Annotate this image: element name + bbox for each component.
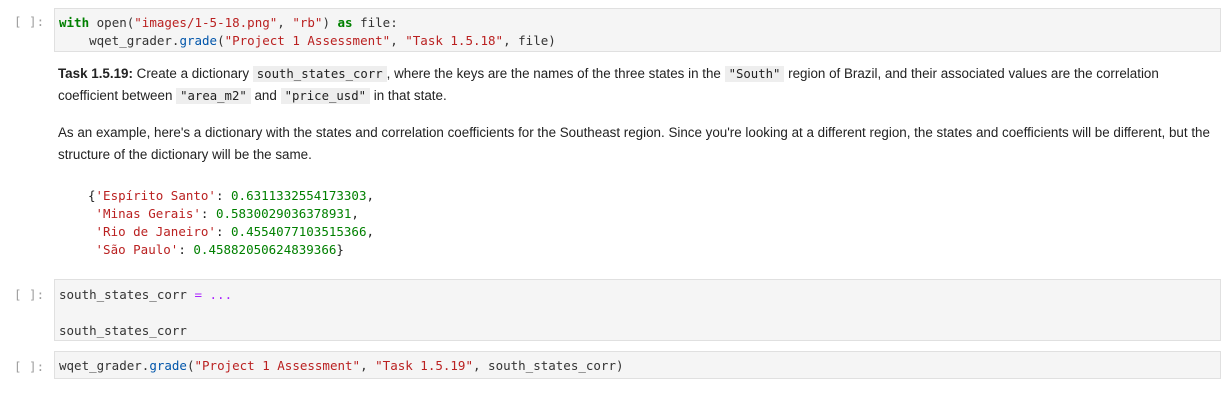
inline-code-price: "price_usd"	[280, 88, 370, 104]
text: , where the keys are the names of the th…	[386, 66, 725, 81]
grader-object: wqet_grader	[59, 358, 142, 373]
inline-code-region: "South"	[724, 66, 785, 82]
text: and	[250, 88, 281, 103]
dict-value: 0.45882050624839366	[193, 242, 337, 257]
code-cell-2[interactable]: south_states_corr = ... south_states_cor…	[54, 279, 1221, 341]
text: Create a dictionary	[132, 66, 253, 81]
dict-key: 'Rio de Janeiro'	[95, 224, 216, 239]
text: in that state.	[370, 88, 447, 103]
example-paragraph: As an example, here's a dictionary with …	[58, 125, 1210, 162]
var-output: south_states_corr	[59, 323, 187, 338]
dict-key: 'Espírito Santo'	[95, 188, 216, 203]
path-string: "images/1-5-18.png"	[134, 15, 278, 30]
cell-prompt: [ ]:	[14, 287, 45, 302]
assign-operator: =	[194, 287, 202, 302]
file-arg: file	[518, 33, 549, 48]
corr-arg: south_states_corr	[488, 358, 616, 373]
code-cell-3[interactable]: wqet_grader.grade("Project 1 Assessment"…	[54, 351, 1221, 379]
task-string: "Task 1.5.19"	[375, 358, 473, 373]
markdown-example-intro: As an example, here's a dictionary with …	[58, 122, 1218, 166]
dict-value: 0.5830029036378931	[215, 206, 352, 221]
dict-value: 0.6311332554173303	[231, 188, 367, 203]
task-paragraph: Task 1.5.19: Create a dictionary south_s…	[58, 63, 1218, 107]
code-cell-1[interactable]: with open("images/1-5-18.png", "rb") as …	[54, 8, 1221, 52]
markdown-task-description: Task 1.5.19: Create a dictionary south_s…	[58, 63, 1218, 107]
task-string: "Task 1.5.18"	[405, 33, 504, 48]
keyword-as: as	[337, 15, 353, 30]
dict-key: 'São Paulo'	[95, 242, 179, 257]
var-south-states-corr: south_states_corr	[59, 287, 187, 302]
cell-prompt: [ ]:	[14, 359, 45, 374]
cell-prompt: [ ]:	[14, 14, 45, 29]
mode-string: "rb"	[292, 15, 323, 30]
grader-object: wqet_grader	[89, 33, 172, 48]
inline-code-var: south_states_corr	[252, 66, 387, 82]
grade-function: grade	[149, 358, 187, 373]
example-dictionary: {'Espírito Santo': 0.6311332554173303, '…	[88, 188, 375, 257]
task-label: Task 1.5.19:	[58, 66, 133, 81]
dict-value: 0.4554077103515366	[231, 224, 367, 239]
fn-open: open	[96, 15, 127, 30]
grade-function: grade	[179, 33, 218, 48]
dict-key: 'Minas Gerais'	[95, 206, 201, 221]
keyword-with: with	[59, 15, 90, 30]
inline-code-area: "area_m2"	[176, 88, 251, 104]
var-file: file:	[360, 15, 398, 30]
assessment-string: "Project 1 Assessment"	[224, 33, 391, 48]
assessment-string: "Project 1 Assessment"	[194, 358, 361, 373]
ellipsis: ...	[209, 287, 233, 302]
